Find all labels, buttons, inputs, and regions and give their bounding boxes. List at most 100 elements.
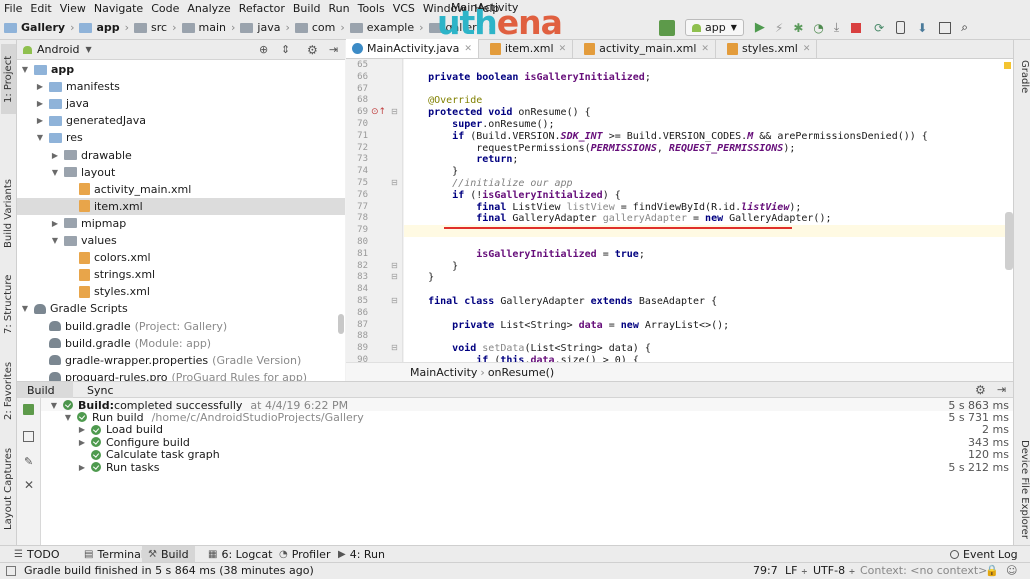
project-tree-scrollbar[interactable]: [338, 314, 344, 334]
apply-changes-icon[interactable]: ⚡: [775, 21, 783, 35]
fold-marker-icon[interactable]: ⊟: [391, 107, 398, 116]
tree-item[interactable]: ▼ Gradle Scripts: [17, 300, 345, 317]
run-icon[interactable]: ▶: [755, 20, 765, 35]
collapsed-arrow-icon[interactable]: ▶: [35, 99, 45, 108]
code-line[interactable]: private List<String> data = new ArrayLis…: [404, 320, 1013, 332]
menu-view[interactable]: View: [56, 2, 90, 15]
build-tree-item[interactable]: Calculate task graph 120 ms: [41, 448, 1013, 461]
code-line[interactable]: requestPermissions(PERMISSIONS, REQUEST_…: [404, 143, 1013, 155]
tree-item[interactable]: ▼ values: [17, 232, 345, 249]
close-icon[interactable]: ✕: [24, 478, 34, 492]
breadcrumb-item[interactable]: main: [180, 21, 228, 34]
code-line[interactable]: [404, 308, 1013, 320]
collapsed-arrow-icon[interactable]: ▶: [77, 463, 87, 472]
tree-item[interactable]: activity_main.xml: [17, 181, 345, 198]
tab-device-file-explorer[interactable]: Device File Explorer: [1015, 440, 1030, 539]
tool-tab-logcat[interactable]: ▦ 6: Logcat: [202, 546, 278, 563]
tree-item[interactable]: ▶ java: [17, 95, 345, 112]
collapsed-arrow-icon[interactable]: ▶: [77, 425, 87, 434]
code-line[interactable]: isGalleryInitialized = true;: [404, 249, 1013, 261]
event-log-button[interactable]: Event Log: [944, 546, 1024, 563]
stop-icon[interactable]: [851, 22, 862, 33]
debug-icon[interactable]: ✱: [793, 21, 803, 35]
build-tree-item[interactable]: ▼ Run build/home/c/AndroidStudioProjects/…: [41, 411, 1013, 424]
tree-item[interactable]: ▶ generatedJava: [17, 112, 345, 129]
tree-item[interactable]: proguard-rules.pro (ProGuard Rules for ap…: [17, 369, 345, 381]
code-line[interactable]: [404, 84, 1013, 96]
hide-panel-icon[interactable]: ⇥: [329, 43, 338, 56]
menu-build[interactable]: Build: [289, 2, 325, 15]
code-line[interactable]: if (Build.VERSION.SDK_INT >= Build.VERSI…: [404, 131, 1013, 143]
fold-marker-icon[interactable]: ⊟: [391, 272, 398, 281]
menu-run[interactable]: Run: [325, 2, 354, 15]
lock-icon[interactable]: 🔒: [985, 564, 999, 577]
editor-tab[interactable]: MainActivity.java ✕: [346, 39, 479, 58]
menu-edit[interactable]: Edit: [26, 2, 55, 15]
breadcrumb-item[interactable]: Gallery: [2, 21, 67, 34]
menu-refactor[interactable]: Refactor: [235, 2, 289, 15]
avd-manager-icon[interactable]: [896, 21, 906, 34]
fold-marker-icon[interactable]: ⊟: [391, 343, 398, 352]
tree-item[interactable]: ▼ app: [17, 61, 345, 78]
breadcrumb-item[interactable]: java: [238, 21, 282, 34]
tree-item[interactable]: build.gradle (Module: app): [17, 335, 345, 352]
expanded-arrow-icon[interactable]: ▼: [63, 413, 73, 422]
tool-tab-run[interactable]: ▶ 4: Run: [332, 546, 391, 563]
collapsed-arrow-icon[interactable]: ▶: [50, 219, 60, 228]
tree-item[interactable]: ▶ manifests: [17, 78, 345, 95]
tree-item[interactable]: build.gradle (Project: Gallery): [17, 318, 345, 335]
expanded-arrow-icon[interactable]: ▼: [50, 236, 60, 245]
gear-icon[interactable]: ⚙: [307, 43, 318, 57]
override-marker-icon[interactable]: ⊙↑: [371, 107, 386, 117]
tree-item[interactable]: gradle-wrapper.properties (Gradle Version…: [17, 352, 345, 369]
code-line[interactable]: }: [404, 261, 1013, 273]
build-tree-item[interactable]: ▶ Load build 2 ms: [41, 423, 1013, 436]
code-line[interactable]: super.onResume();: [404, 119, 1013, 131]
toggle-view-icon[interactable]: [23, 431, 34, 442]
build-hammer-icon[interactable]: [23, 404, 34, 415]
expanded-arrow-icon[interactable]: ▼: [20, 304, 30, 313]
inspector-icon[interactable]: ☺: [1006, 564, 1017, 577]
code-line[interactable]: if (!isGalleryInitialized) {: [404, 190, 1013, 202]
code-line[interactable]: protected void onResume() {: [404, 107, 1013, 119]
attach-debugger-icon[interactable]: ⤓: [834, 20, 839, 35]
close-tab-icon[interactable]: ✕: [803, 44, 811, 54]
sync-project-icon[interactable]: ⟳: [874, 21, 884, 35]
status-message[interactable]: Gradle build finished in 5 s 864 ms (38 …: [24, 564, 314, 577]
expanded-arrow-icon[interactable]: ▼: [35, 133, 45, 142]
search-icon[interactable]: ⌕: [961, 20, 968, 35]
fold-marker-icon[interactable]: ⊟: [391, 296, 398, 305]
tree-item[interactable]: ▶ drawable: [17, 147, 345, 164]
profile-icon[interactable]: ◔: [813, 21, 823, 35]
code-line[interactable]: if (this.data.size() > 0) {: [404, 355, 1013, 362]
breadcrumb-method[interactable]: onResume(): [488, 366, 554, 379]
status-icon[interactable]: [6, 566, 16, 576]
caret-position[interactable]: 79:7: [753, 564, 778, 577]
editor-scrollbar[interactable]: [1005, 212, 1013, 270]
code-line[interactable]: void setData(List<String> data) {: [404, 343, 1013, 355]
line-separator[interactable]: LF ÷: [785, 564, 808, 577]
editor-tab[interactable]: styles.xml ✕: [716, 39, 818, 58]
chevron-down-icon[interactable]: ▼: [86, 45, 92, 54]
collapsed-arrow-icon[interactable]: ▶: [77, 438, 87, 447]
breadcrumb-item[interactable]: src: [132, 21, 169, 34]
tab-layout-captures[interactable]: Layout Captures: [1, 444, 16, 534]
tree-item[interactable]: ▶ mipmap: [17, 215, 345, 232]
breadcrumb-item[interactable]: app: [77, 21, 121, 34]
code-editor[interactable]: private boolean isGalleryInitialized; @O…: [404, 59, 1013, 362]
menu-file[interactable]: File: [0, 2, 26, 15]
collapse-all-icon[interactable]: ⇕: [281, 43, 290, 56]
build-tree-item[interactable]: ▶ Configure build 343 ms: [41, 436, 1013, 449]
context-indicator[interactable]: Context: <no context>: [860, 564, 987, 577]
pin-icon[interactable]: ✎: [24, 455, 33, 468]
tree-item[interactable]: item.xml: [17, 197, 345, 215]
code-line[interactable]: }: [404, 166, 1013, 178]
code-line[interactable]: [404, 60, 1013, 72]
menu-vcs[interactable]: VCS: [389, 2, 419, 15]
tree-item[interactable]: ▼ res: [17, 129, 345, 146]
sdk-manager-icon[interactable]: ⬇: [917, 21, 927, 35]
tool-tab-build[interactable]: ⚒ Build: [142, 546, 195, 563]
code-line[interactable]: final GalleryAdapter galleryAdapter = ne…: [404, 213, 1013, 225]
breadcrumb-item[interactable]: example: [348, 21, 416, 34]
collapsed-arrow-icon[interactable]: ▶: [50, 151, 60, 160]
